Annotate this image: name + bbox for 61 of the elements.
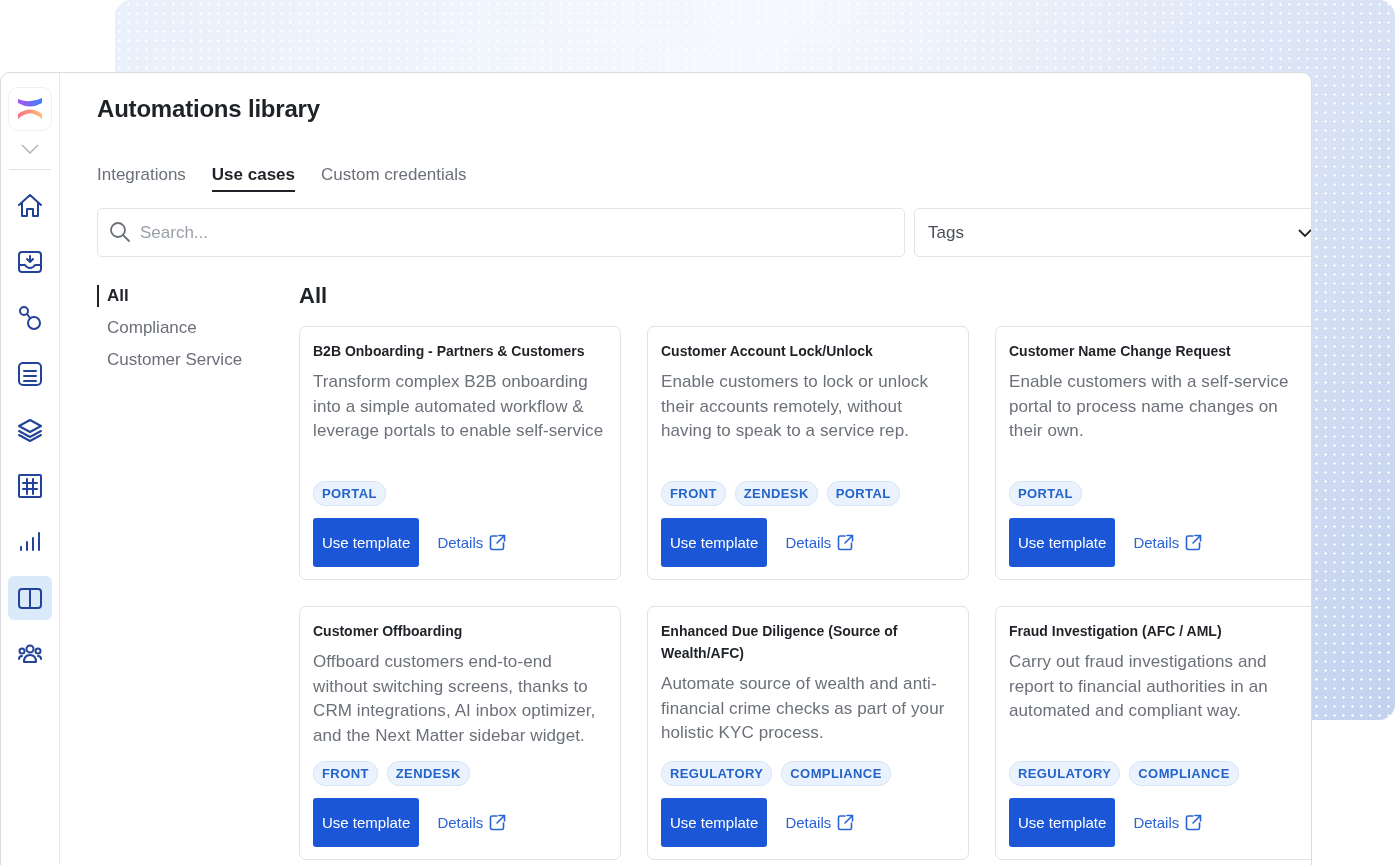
details-link[interactable]: Details bbox=[437, 534, 507, 551]
section-heading: All bbox=[299, 283, 329, 309]
external-link-icon bbox=[1185, 534, 1203, 551]
use-template-button[interactable]: Use template bbox=[661, 798, 768, 847]
external-link-icon bbox=[1185, 814, 1203, 831]
use-template-button[interactable]: Use template bbox=[313, 518, 420, 567]
tag-badge: ZENDESK bbox=[734, 481, 818, 506]
category-item[interactable]: Customer Service bbox=[97, 349, 243, 371]
tag-badge: REGULATORY bbox=[661, 761, 773, 786]
details-link[interactable]: Details bbox=[785, 534, 855, 551]
card-description: Offboard customers end-to-end without switching screens, thanks to CRM integrations, AI inbox optimizer, and the Next Matter sidebar widget. bbox=[313, 651, 597, 747]
tag-badge: PORTAL bbox=[313, 481, 386, 506]
card-description: Automate source of wealth and anti-financial crime checks as part of your holistic KYC process. bbox=[661, 673, 946, 744]
details-link[interactable]: Details bbox=[785, 814, 855, 831]
tab[interactable]: Custom credentials bbox=[321, 165, 467, 192]
details-link[interactable]: Details bbox=[1133, 814, 1203, 831]
tag-badge: PORTAL bbox=[826, 481, 900, 506]
search-icon bbox=[109, 221, 131, 243]
category-item[interactable]: All bbox=[97, 285, 129, 307]
tag-badge: ZENDESK bbox=[386, 761, 470, 786]
list-icon bbox=[16, 360, 44, 388]
home-icon bbox=[16, 192, 44, 220]
details-link[interactable]: Details bbox=[437, 814, 507, 831]
card-title: Customer Account Lock/Unlock bbox=[661, 342, 874, 361]
category-item[interactable]: Compliance bbox=[97, 317, 197, 339]
use-template-button[interactable]: Use template bbox=[1009, 518, 1116, 567]
external-link-icon bbox=[837, 534, 855, 551]
card-title: B2B Onboarding - Partners & Customers bbox=[313, 342, 586, 361]
tag-badge: COMPLIANCE bbox=[1129, 761, 1239, 786]
use-template-button[interactable]: Use template bbox=[313, 798, 420, 847]
card-title: Customer Name Change Request bbox=[1009, 342, 1232, 361]
card-description: Enable customers with a self-service portal to process name changes on their own. bbox=[1009, 371, 1290, 442]
nodes-icon bbox=[16, 304, 44, 332]
card-title: Fraud Investigation (AFC / AML) bbox=[1009, 622, 1223, 641]
details-link[interactable]: Details bbox=[1133, 534, 1203, 551]
external-link-icon bbox=[489, 534, 507, 551]
use-template-button[interactable]: Use template bbox=[1009, 798, 1116, 847]
page-title: Automations library bbox=[97, 95, 321, 123]
tag-badge: COMPLIANCE bbox=[781, 761, 891, 786]
card-description: Transform complex B2B onboarding into a simple automated workflow & leverage portals to enable self-service bbox=[313, 371, 605, 442]
tab[interactable]: Integrations bbox=[97, 165, 186, 192]
card-description: Enable customers to lock or unlock their accounts remotely, without having to speak to a service rep. bbox=[661, 371, 930, 442]
tag-badge: PORTAL bbox=[1009, 481, 1082, 506]
tags-dropdown[interactable]: Tags bbox=[914, 208, 1311, 257]
card-title: Customer Offboarding bbox=[313, 622, 464, 641]
card-title: Enhanced Due Diligence (Source of Wealth/AFC) bbox=[661, 622, 899, 663]
chevron-down-icon bbox=[1297, 227, 1311, 238]
use-template-button[interactable]: Use template bbox=[661, 518, 768, 567]
external-link-icon bbox=[489, 814, 507, 831]
layers-icon bbox=[16, 416, 44, 444]
sidebar-nav-button[interactable] bbox=[8, 576, 52, 620]
hash-grid-icon bbox=[16, 472, 44, 500]
tag-badge: REGULATORY bbox=[1009, 761, 1121, 786]
tab[interactable]: Use cases bbox=[211, 165, 296, 192]
logo-icon[interactable] bbox=[8, 87, 52, 131]
tag-badge: FRONT bbox=[313, 761, 378, 786]
external-link-icon bbox=[837, 814, 855, 831]
tag-badge: FRONT bbox=[661, 481, 726, 506]
search-field[interactable]: Search... bbox=[97, 208, 905, 257]
inbox-download-icon bbox=[16, 248, 44, 276]
card-description: Carry out fraud investigations and report to financial authorities in an automated and compliant way. bbox=[1009, 651, 1269, 722]
